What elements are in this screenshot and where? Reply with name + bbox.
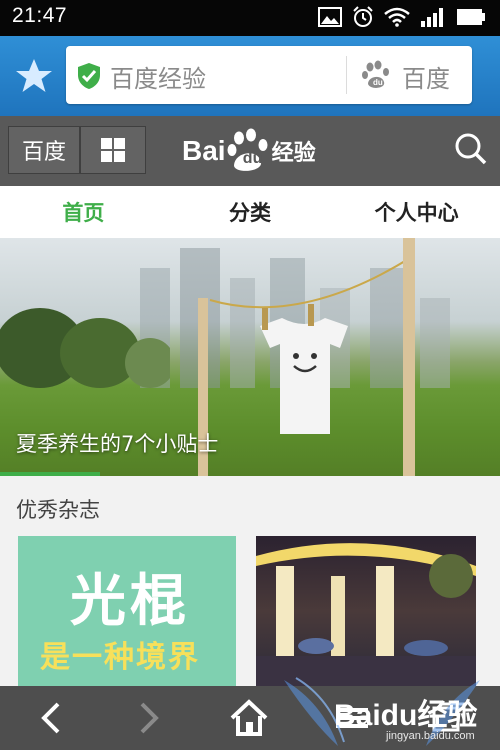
banner-progress-indicator xyxy=(0,472,100,476)
banner-caption[interactable]: 夏季养生的7个小贴士 xyxy=(16,428,218,458)
signal-icon xyxy=(421,8,443,27)
forward-arrow-icon[interactable] xyxy=(134,698,164,738)
bookmark-star-icon[interactable] xyxy=(14,56,54,96)
address-text[interactable]: 百度经验 xyxy=(110,59,206,94)
trees-image xyxy=(0,308,170,388)
site-header: 百度 Bai du 经验 xyxy=(0,116,500,186)
magazine-card-lobby-image[interactable] xyxy=(256,536,476,686)
home-button[interactable]: 百度 xyxy=(8,126,80,174)
status-bar: 21:47 xyxy=(0,0,500,36)
tab-categories[interactable]: 分类 xyxy=(167,186,334,238)
baidu-jingyan-logo[interactable]: Bai du 经验 xyxy=(182,128,316,174)
magazine-title: 光棍 xyxy=(70,569,190,634)
lobby-photo-image xyxy=(256,543,476,686)
logo-bai: Bai xyxy=(182,135,226,166)
svg-text:du: du xyxy=(373,78,383,87)
address-divider xyxy=(346,56,347,94)
grid-menu-button[interactable] xyxy=(80,126,146,174)
magazine-card[interactable]: 光棍 是一种境界 xyxy=(18,536,236,686)
battery-icon xyxy=(457,9,485,25)
logo-suffix: 经验 xyxy=(271,140,316,165)
baidu-paw-icon[interactable]: du xyxy=(362,60,392,90)
back-arrow-icon[interactable] xyxy=(36,698,66,738)
home-icon[interactable] xyxy=(228,698,270,738)
image-notification-icon xyxy=(318,7,342,27)
alarm-icon xyxy=(353,6,373,27)
nav-tabs: 首页 分类 个人中心 xyxy=(0,186,500,238)
section-title-magazines: 优秀杂志 xyxy=(16,498,100,522)
watermark-text: Baidu经验 xyxy=(334,699,478,732)
clothesline-tshirt-image xyxy=(198,238,415,476)
search-engine-label[interactable]: 百度 xyxy=(402,59,450,94)
logo-du: du xyxy=(242,150,263,167)
browser-toolbar: 百度经验 du 百度 xyxy=(0,36,500,116)
status-icons xyxy=(318,6,486,28)
wifi-icon xyxy=(384,7,410,27)
tab-personal-center[interactable]: 个人中心 xyxy=(333,186,500,238)
watermark-url: jingyan.baidu.com xyxy=(386,730,475,742)
address-bar[interactable]: 百度经验 du 百度 xyxy=(66,46,472,104)
security-shield-icon xyxy=(78,63,100,89)
grid-icon xyxy=(101,138,125,162)
featured-banner[interactable]: 夏季养生的7个小贴士 xyxy=(0,238,500,476)
watermark: Baidu经验 jingyan.baidu.com xyxy=(334,690,478,742)
magazine-subtitle: 是一种境界 xyxy=(40,640,200,675)
search-icon[interactable] xyxy=(454,132,488,166)
clock: 21:47 xyxy=(12,4,68,27)
tab-home[interactable]: 首页 xyxy=(0,186,167,238)
